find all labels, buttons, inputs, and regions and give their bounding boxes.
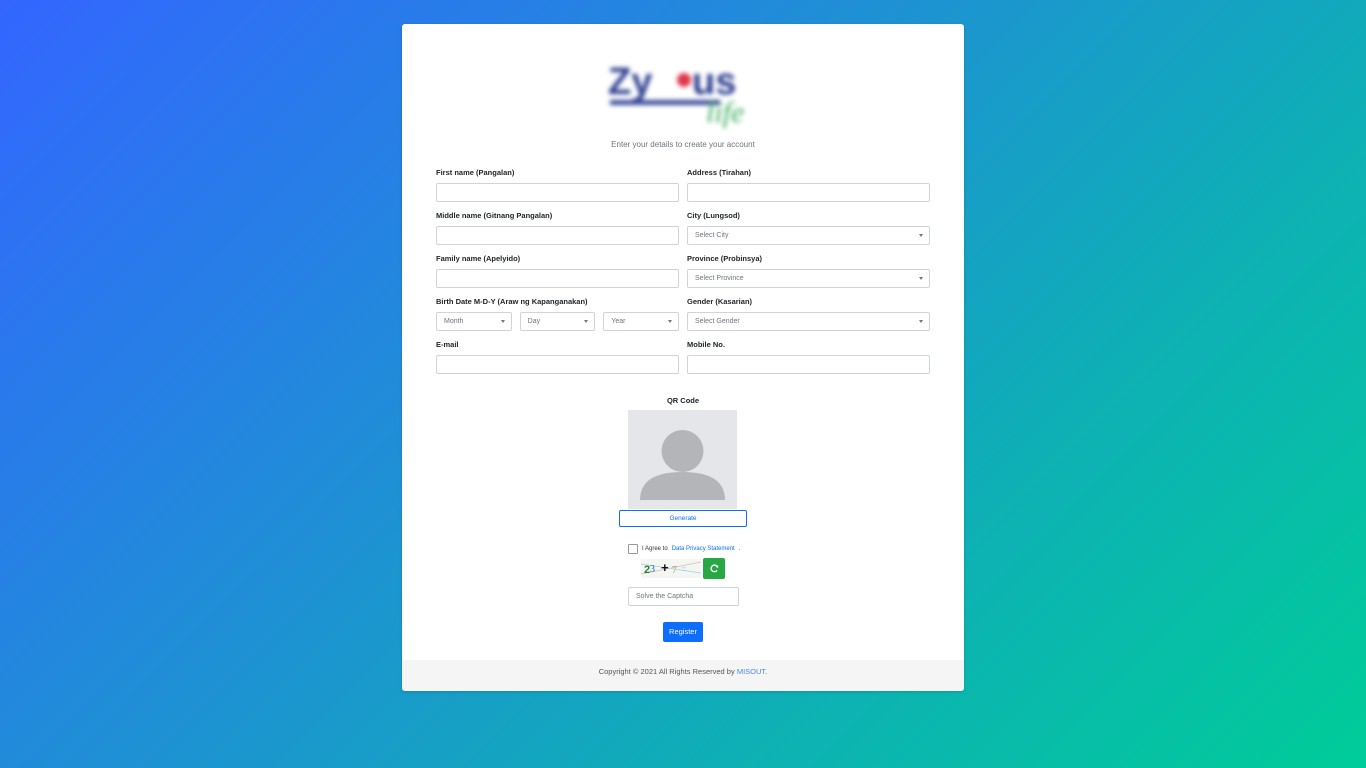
province-group: Province (Probinsya) Select Province — [687, 254, 930, 288]
privacy-checkbox[interactable] — [628, 544, 638, 554]
footer-copyright: Copyright © 2021 All Rights Reserved by — [598, 667, 735, 676]
user-avatar-icon — [640, 430, 725, 500]
svg-text:life: life — [706, 96, 744, 128]
city-value: Select City — [695, 232, 729, 239]
gender-value: Select Gender — [695, 318, 740, 325]
birth-day-select[interactable]: Day — [519, 312, 596, 331]
subtitle: Enter your details to create your accoun… — [611, 140, 755, 149]
gender-group: Gender (Kasarian) Select Gender — [687, 297, 930, 331]
birth-date-group: Birth Date M-D-Y (Araw ng Kapanganakan) … — [436, 297, 680, 331]
svg-text:3: 3 — [650, 564, 655, 575]
chevron-down-icon — [668, 320, 673, 323]
first-name-label: First name (Pangalan) — [436, 168, 515, 177]
mobile-group: Mobile No. — [687, 340, 930, 374]
address-group: Address (Tirahan) — [687, 168, 930, 202]
middle-name-input[interactable] — [436, 226, 679, 245]
first-name-group: First name (Pangalan) — [436, 168, 679, 202]
refresh-icon — [709, 564, 718, 573]
chevron-down-icon — [500, 320, 505, 323]
gender-label: Gender (Kasarian) — [687, 297, 753, 306]
province-value: Select Province — [695, 275, 744, 282]
birth-day-value: Day — [527, 318, 541, 325]
agree-prefix: I Agree to — [642, 546, 668, 552]
address-label: Address (Tirahan) — [687, 168, 752, 177]
qr-code-placeholder — [628, 410, 737, 509]
birth-month-select[interactable]: Month — [436, 312, 512, 331]
footer-suffix: . — [765, 667, 768, 676]
birth-year-select[interactable]: Year — [603, 312, 680, 331]
mobile-input[interactable] — [687, 355, 930, 374]
qr-code-label: QR Code — [666, 396, 700, 405]
chevron-down-icon — [584, 320, 589, 323]
family-name-input[interactable] — [436, 269, 679, 288]
privacy-agreement: I Agree to Data Privacy Statement. — [628, 544, 740, 554]
captcha-input[interactable]: Solve the Captcha — [628, 587, 739, 606]
svg-text:+: + — [661, 560, 669, 575]
mobile-label: Mobile No. — [687, 340, 725, 349]
chevron-down-icon — [919, 320, 923, 323]
birth-date-label: Birth Date M-D-Y (Araw ng Kapanganakan) — [436, 297, 588, 306]
generate-button[interactable]: Generate — [619, 510, 747, 527]
middle-name-label: Middle name (Gitnang Pangalan) — [436, 211, 553, 220]
address-input[interactable] — [687, 183, 930, 202]
first-name-input[interactable] — [436, 183, 679, 202]
gender-select[interactable]: Select Gender — [687, 312, 930, 331]
city-group: City (Lungsod) Select City — [687, 211, 930, 245]
email-field[interactable] — [436, 355, 679, 374]
email-label: E-mail — [436, 340, 459, 349]
city-label: City (Lungsod) — [687, 211, 740, 220]
register-button[interactable]: Register — [663, 622, 703, 642]
svg-text:Zy: Zy — [608, 61, 652, 103]
province-label: Province (Probinsya) — [687, 254, 763, 263]
logo: Zy us life — [608, 61, 744, 128]
email-group: E-mail — [436, 340, 679, 374]
captcha-refresh-button[interactable] — [703, 558, 725, 579]
privacy-statement-link[interactable]: Data Privacy Statement — [672, 546, 735, 552]
city-select[interactable]: Select City — [687, 226, 930, 245]
birth-year-value: Year — [611, 318, 626, 325]
agree-suffix: . — [738, 546, 741, 552]
registration-card: Zy us life Enter your details to create … — [402, 24, 964, 691]
chevron-down-icon — [919, 234, 923, 237]
middle-name-group: Middle name (Gitnang Pangalan) — [436, 211, 679, 245]
captcha-image: 2 3 + 7 = — [641, 559, 701, 578]
misout-link[interactable]: MISOUT — [737, 667, 765, 676]
birth-month-value: Month — [444, 318, 464, 325]
svg-text:7: 7 — [672, 565, 677, 576]
footer: Copyright © 2021 All Rights Reserved by … — [402, 660, 964, 691]
province-select[interactable]: Select Province — [687, 269, 930, 288]
chevron-down-icon — [919, 277, 923, 280]
family-name-label: Family name (Apelyido) — [436, 254, 521, 263]
svg-text:=: = — [681, 564, 686, 574]
family-name-group: Family name (Apelyido) — [436, 254, 679, 288]
